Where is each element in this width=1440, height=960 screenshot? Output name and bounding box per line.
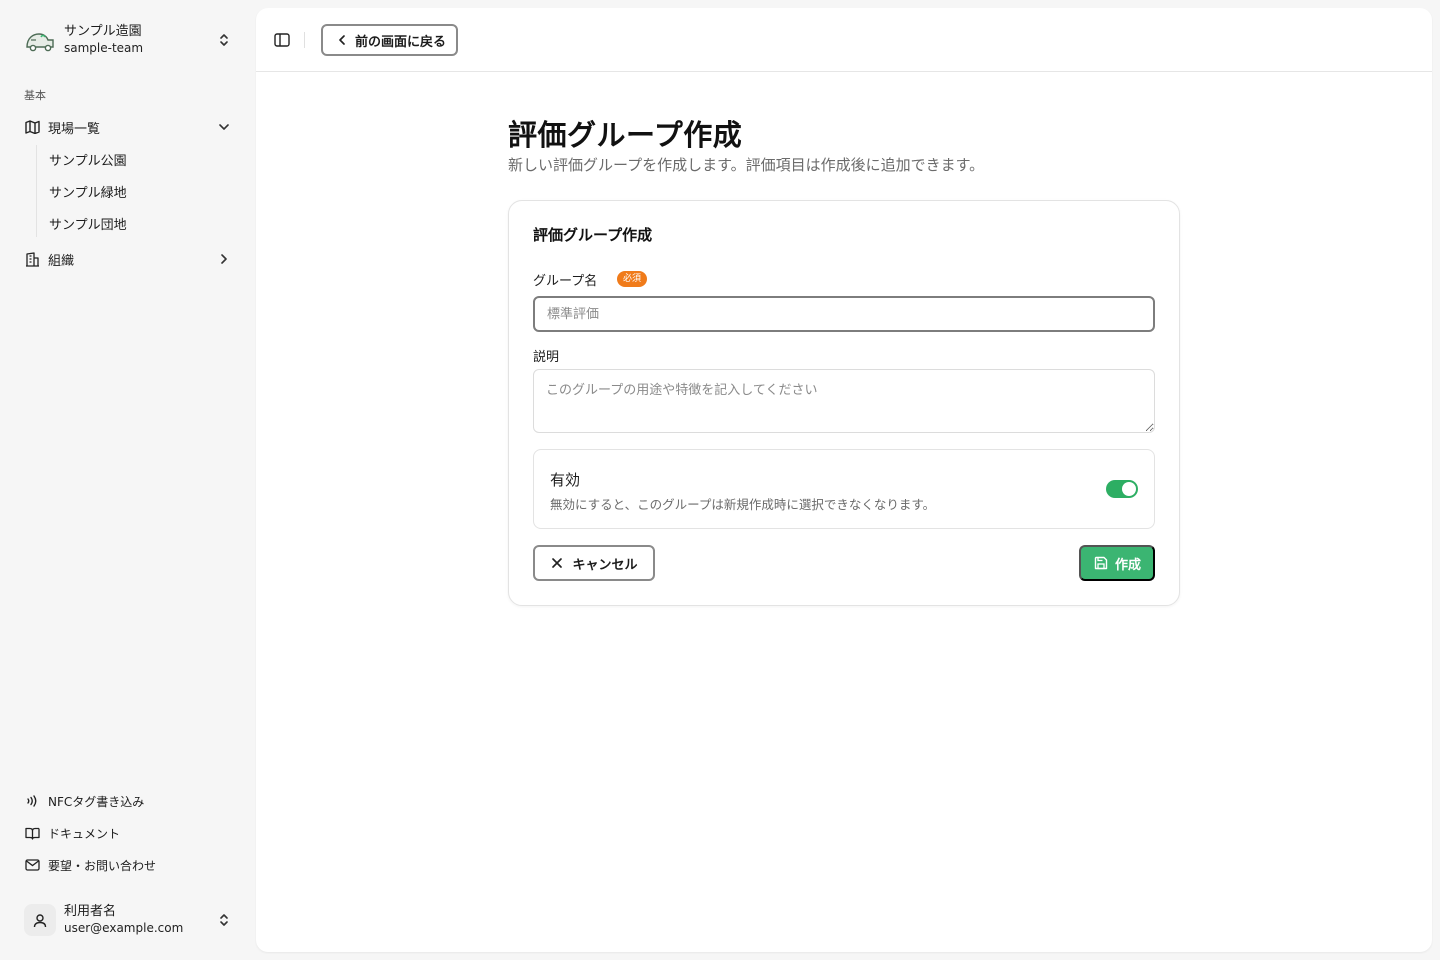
sidebar-toggle-button[interactable]	[270, 28, 294, 52]
chevron-right-icon	[216, 251, 232, 267]
back-button-label: 前の画面に戻る	[355, 33, 447, 49]
book-icon	[24, 825, 40, 841]
active-setting: 有効 無効にすると、このグループは新規作成時に選択できなくなります。	[533, 449, 1155, 529]
team-name: サンプル造園	[64, 24, 142, 40]
switch-knob	[1122, 482, 1136, 496]
save-icon	[1093, 555, 1109, 571]
sidebar-item-label: 組織	[48, 253, 75, 269]
team-slug: sample-team	[64, 40, 144, 55]
sidebar-item-org[interactable]: 組織	[16, 245, 240, 273]
user-email: user@example.com	[64, 920, 184, 935]
truck-logo-icon	[24, 24, 56, 56]
contact-link[interactable]: 要望・お問い合わせ	[16, 851, 240, 879]
page-subtitle: 新しい評価グループを作成します。評価項目は作成後に追加できます。	[508, 156, 985, 174]
submenu-line	[36, 145, 37, 237]
description-label: 説明	[533, 350, 560, 365]
panel-left-icon	[274, 33, 290, 47]
close-icon	[550, 556, 564, 570]
nfc-write-link[interactable]: NFCタグ書き込み	[16, 787, 240, 815]
chevrons-up-down-icon	[216, 912, 232, 928]
create-button-label: 作成	[1114, 556, 1141, 572]
contact-label: 要望・お問い合わせ	[48, 858, 157, 873]
chevrons-up-down-icon	[216, 32, 232, 48]
nfc-icon	[24, 793, 40, 809]
sidebar: サンプル造園 sample-team 基本 現場一覧 サンプル公園 サンプル緑地…	[0, 0, 256, 960]
active-title: 有効	[550, 471, 581, 489]
user-icon	[33, 913, 47, 927]
card-title: 評価グループ作成	[533, 226, 653, 244]
user-name: 利用者名	[64, 903, 117, 919]
active-toggle-switch[interactable]	[1106, 480, 1138, 498]
group-name-input[interactable]	[533, 296, 1155, 332]
sidebar-subitem-site-2[interactable]: サンプル緑地	[41, 177, 237, 205]
sidebar-subitem-site-3[interactable]: サンプル団地	[41, 209, 237, 237]
chevron-left-icon	[335, 33, 349, 47]
topbar-separator	[304, 32, 305, 48]
team-switcher[interactable]: サンプル造園 sample-team	[16, 16, 240, 64]
page-title: 評価グループ作成	[508, 118, 743, 152]
documents-link[interactable]: ドキュメント	[16, 819, 240, 847]
back-button[interactable]: 前の画面に戻る	[321, 24, 459, 56]
create-group-card: 評価グループ作成 グループ名 必須 説明 有効 無効にすると、このグループは新規…	[508, 200, 1180, 606]
sidebar-item-label: 現場一覧	[48, 121, 101, 137]
description-textarea[interactable]	[533, 369, 1155, 433]
required-badge: 必須	[617, 271, 648, 287]
topbar: 前の画面に戻る	[256, 8, 1432, 72]
sidebar-subitem-site-1[interactable]: サンプル公園	[41, 145, 237, 173]
chevron-down-icon	[216, 119, 232, 135]
active-description: 無効にすると、このグループは新規作成時に選択できなくなります。	[550, 497, 936, 512]
create-button[interactable]: 作成	[1079, 545, 1155, 581]
documents-label: ドキュメント	[48, 826, 121, 841]
cancel-button-label: キャンセル	[572, 556, 638, 572]
mail-icon	[24, 857, 40, 873]
sidebar-group-label: 基本	[24, 89, 46, 102]
avatar	[24, 904, 56, 936]
main-panel: 前の画面に戻る 評価グループ作成 新しい評価グループを作成します。評価項目は作成…	[256, 8, 1432, 952]
group-name-label: グループ名	[533, 274, 598, 289]
sidebar-item-sites[interactable]: 現場一覧	[16, 113, 240, 141]
user-menu[interactable]: 利用者名 user@example.com	[16, 896, 240, 944]
nfc-write-label: NFCタグ書き込み	[48, 794, 145, 809]
cancel-button[interactable]: キャンセル	[533, 545, 655, 581]
map-icon	[24, 119, 40, 135]
building-icon	[24, 251, 40, 267]
